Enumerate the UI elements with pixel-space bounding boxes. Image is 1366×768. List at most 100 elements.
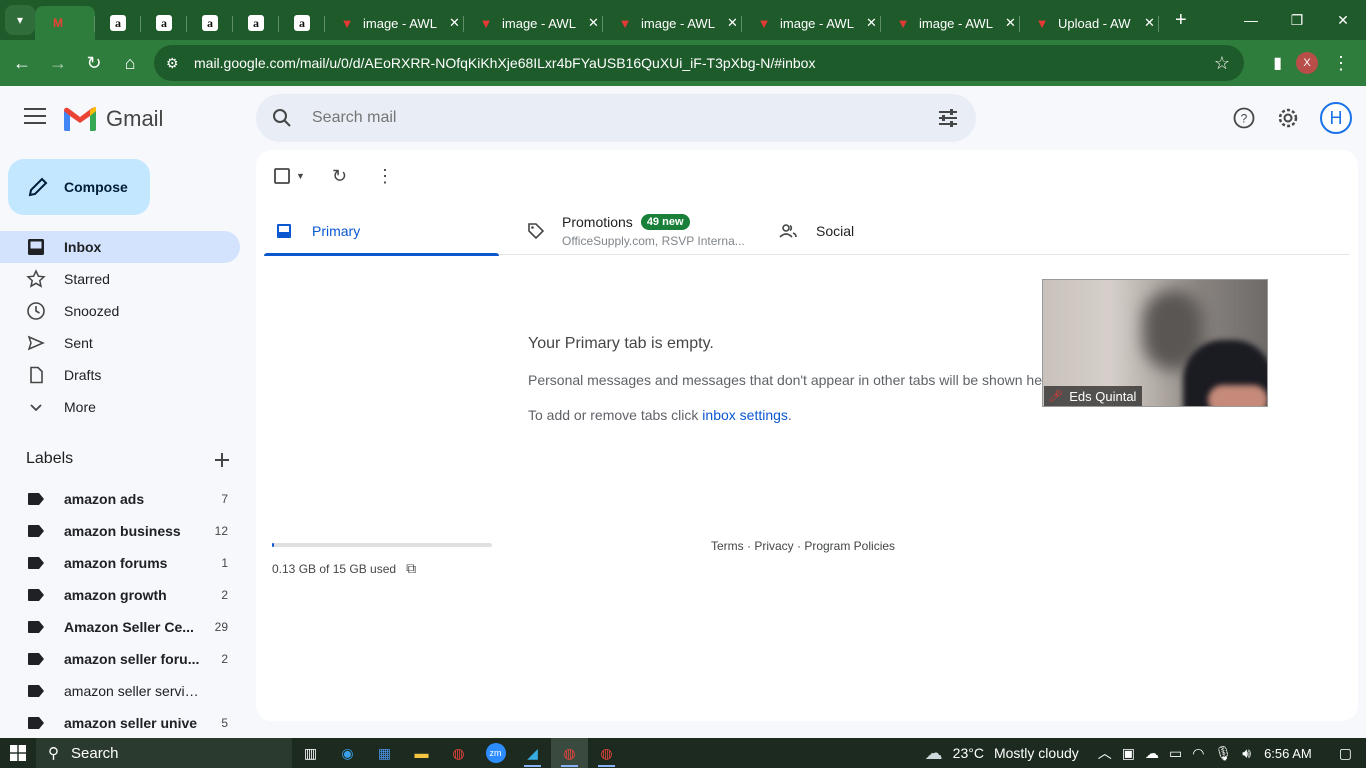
tab-social[interactable]: Social [768, 206, 1008, 255]
wifi-icon[interactable]: ◠ [1192, 745, 1204, 762]
select-dropdown-icon[interactable]: ▼ [296, 171, 305, 181]
search-icon[interactable] [270, 106, 294, 130]
browser-tab[interactable]: M [35, 6, 95, 40]
close-tab-icon[interactable]: ✕ [866, 15, 877, 31]
telegram-icon[interactable]: ◢ [514, 738, 551, 768]
show-hidden-icons[interactable]: ︿ [1098, 743, 1112, 763]
file-explorer-icon[interactable]: ▬ [403, 738, 440, 768]
label-item[interactable]: Amazon Seller Ce... 29 [0, 611, 240, 643]
new-tab-button[interactable]: + [1175, 9, 1187, 32]
meet-now-icon[interactable]: ▣ [1122, 745, 1135, 762]
close-tab-icon[interactable]: ✕ [1144, 15, 1155, 31]
refresh-button[interactable]: ↻ [332, 166, 347, 186]
browser-tab[interactable]: ▼ image - AWL ✕ [881, 6, 1020, 40]
label-item[interactable]: amazon seller services [0, 675, 240, 707]
tab-search-button[interactable]: ▾ [5, 5, 35, 35]
video-call-tile[interactable]: 🎤︎ Eds Quintal [1042, 279, 1268, 407]
weather-temp[interactable]: 23°C [953, 745, 984, 761]
address-bar[interactable]: ⚙ mail.google.com/mail/u/0/d/AEoRXRR-NOf… [154, 45, 1244, 81]
account-avatar[interactable]: H [1320, 102, 1352, 134]
close-tab-icon[interactable]: ✕ [727, 15, 738, 31]
task-view-icon[interactable]: ▥ [292, 738, 329, 768]
select-all-checkbox[interactable]: ▼ [274, 166, 305, 186]
gmail-logo[interactable]: Gmail [64, 106, 163, 132]
star-icon [26, 269, 46, 289]
search-bar[interactable] [256, 94, 976, 142]
browser-tab[interactable]: a [187, 6, 233, 40]
sidebar-item-starred[interactable]: Starred [0, 263, 240, 295]
label-item[interactable]: amazon ads 7 [0, 483, 240, 515]
sidebar-item-drafts[interactable]: Drafts [0, 359, 240, 391]
awl-favicon-icon: ▼ [1035, 15, 1049, 31]
label-item[interactable]: amazon growth 2 [0, 579, 240, 611]
search-options-icon[interactable] [936, 106, 960, 130]
battery-icon[interactable]: ▭ [1169, 745, 1182, 762]
tab-primary[interactable]: Primary [264, 206, 499, 256]
close-tab-icon[interactable]: ✕ [588, 15, 599, 31]
main-menu-icon[interactable] [24, 108, 46, 124]
close-tab-icon[interactable]: ✕ [1005, 15, 1016, 31]
browser-tab[interactable]: a [233, 6, 279, 40]
mic-muted-icon: 🎤︎ [1048, 389, 1064, 403]
clock-time[interactable]: 6:56 AM [1264, 746, 1312, 761]
label-item[interactable]: amazon seller unive 5 [0, 707, 240, 739]
browser-tab[interactable]: ▼ image - AWL ✕ [325, 6, 464, 40]
bookmark-star-icon[interactable]: ☆ [1214, 53, 1230, 74]
label-item[interactable]: amazon business 12 [0, 515, 240, 547]
sidebar-item-sent[interactable]: Sent [0, 327, 240, 359]
site-info-icon[interactable]: ⚙ [166, 55, 186, 72]
browser-tab[interactable]: ▼ image - AWL ✕ [464, 6, 603, 40]
onedrive-icon[interactable]: ☁ [1145, 745, 1159, 762]
search-input[interactable] [312, 109, 912, 127]
browser-tab[interactable]: ▼ image - AWL ✕ [742, 6, 881, 40]
label-tag-icon [28, 525, 44, 537]
chrome-icon[interactable]: ◍ [440, 738, 477, 768]
send-icon [26, 333, 46, 353]
weather-desc[interactable]: Mostly cloudy [994, 745, 1079, 761]
compose-button[interactable]: Compose [8, 159, 150, 215]
more-options-button[interactable]: ⋮ [376, 166, 394, 186]
inbox-settings-link[interactable]: inbox settings [702, 407, 788, 423]
label-item[interactable]: amazon seller foru... 2 [0, 643, 240, 675]
tab-promotions[interactable]: Promotions 49 new OfficeSupply.com, RSVP… [516, 206, 756, 255]
start-button[interactable] [0, 738, 36, 768]
browser-tab[interactable]: a [279, 6, 325, 40]
browser-tab[interactable]: a [95, 6, 141, 40]
forward-button[interactable]: → [40, 45, 76, 81]
sidebar-item-inbox[interactable]: Inbox [0, 231, 240, 263]
restore-button[interactable]: ❐ [1274, 0, 1320, 40]
zoom-icon[interactable]: zm [477, 738, 514, 768]
open-external-icon[interactable]: ⧉ [406, 560, 416, 577]
support-icon[interactable]: ? [1232, 106, 1256, 130]
label-name: amazon seller services [64, 683, 204, 699]
gmail-favicon-icon: M [53, 16, 63, 30]
edge-icon[interactable]: ◉ [329, 738, 366, 768]
browser-tab[interactable]: ▼ image - AWL ✕ [603, 6, 742, 40]
minimize-button[interactable]: — [1228, 0, 1274, 40]
sidebar-item-snoozed[interactable]: Snoozed [0, 295, 240, 327]
sidebar-item-label: More [64, 399, 96, 415]
sidebar-item-more[interactable]: More [0, 391, 240, 423]
home-button[interactable]: ⌂ [112, 45, 148, 81]
profile-avatar[interactable]: X [1296, 52, 1318, 74]
label-item[interactable]: amazon forums 1 [0, 547, 240, 579]
footer-links[interactable]: Terms · Privacy · Program Policies [711, 539, 895, 553]
notifications-icon[interactable]: ▢ [1339, 745, 1352, 762]
chrome-active-icon[interactable]: ◍ [551, 738, 588, 768]
side-panel-icon[interactable]: ▮ [1273, 53, 1282, 73]
browser-tab[interactable]: a [141, 6, 187, 40]
microphone-icon[interactable]: 🎙︎ [1214, 745, 1232, 762]
volume-icon[interactable]: 🔊︎ [1242, 745, 1251, 762]
chevron-down-icon [26, 397, 46, 417]
reload-button[interactable]: ↻ [76, 45, 112, 81]
close-window-button[interactable]: ✕ [1320, 0, 1366, 40]
taskbar-search[interactable]: ⚲ Search [36, 738, 292, 768]
store-icon[interactable]: ▦ [366, 738, 403, 768]
create-label-icon[interactable] [212, 450, 232, 470]
settings-gear-icon[interactable] [1276, 106, 1300, 130]
back-button[interactable]: ← [4, 45, 40, 81]
chrome-profile-icon[interactable]: ◍ [588, 738, 625, 768]
browser-tab[interactable]: ▼ Upload - AW ✕ [1020, 6, 1159, 40]
close-tab-icon[interactable]: ✕ [449, 15, 460, 31]
menu-icon[interactable]: ⋮ [1332, 53, 1350, 74]
